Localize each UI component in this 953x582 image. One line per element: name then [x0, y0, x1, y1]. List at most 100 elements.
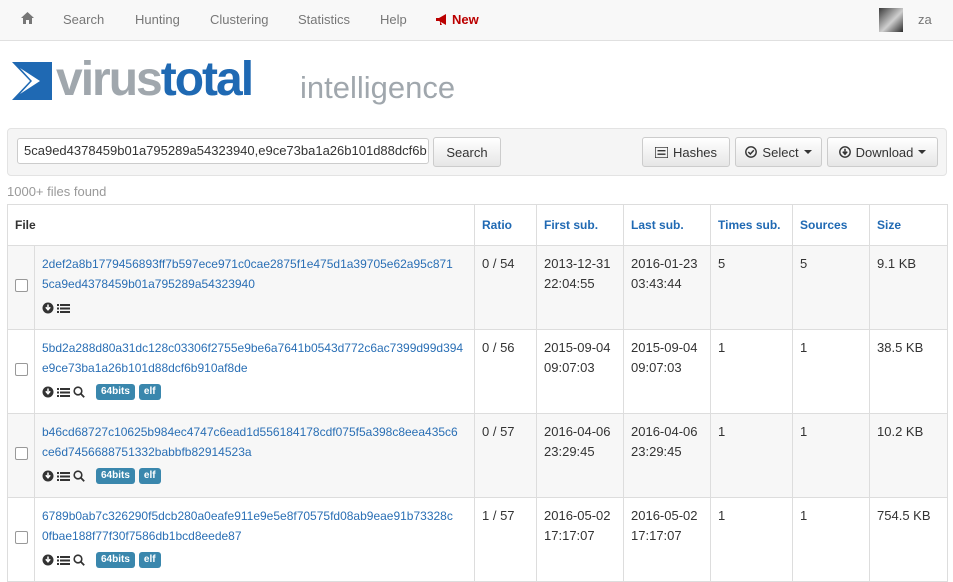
ratio-cell: 0 / 56 — [474, 329, 538, 414]
last-sub-cell: 2016-05-02 17:17:07 — [623, 497, 712, 582]
sources-cell: 1 — [792, 497, 871, 582]
col-ratio[interactable]: Ratio — [474, 204, 538, 246]
row-checkbox[interactable] — [14, 446, 28, 460]
times-sub-cell: 1 — [710, 329, 794, 414]
row-select-cell — [7, 245, 35, 330]
tag-badge[interactable]: elf — [138, 468, 161, 484]
download-icon[interactable] — [42, 386, 54, 398]
nav-new-label: New — [452, 12, 479, 27]
list-icon[interactable] — [57, 303, 70, 314]
times-sub-cell: 5 — [710, 245, 794, 330]
tag-badge[interactable]: elf — [138, 552, 161, 568]
file-hash-link[interactable]: 6789b0ab7c326290f5dcb280a0eafe911e9e5e8f… — [42, 506, 467, 546]
download-icon — [838, 146, 851, 158]
select-button-label: Select — [762, 144, 799, 160]
table-row: b46cd68727c10625b984ec4747c6ead1d5561841… — [7, 413, 949, 498]
search-input[interactable]: 5ca9ed4378459b01a795289a54323940,e9ce73b… — [17, 138, 429, 164]
list-icon[interactable] — [57, 471, 70, 482]
tag-badge[interactable]: 64bits — [96, 552, 135, 568]
row-checkbox[interactable] — [14, 362, 28, 376]
file-hash-link[interactable]: 5bd2a288d80a31dc128c03306f2755e9be6a7641… — [42, 338, 467, 378]
row-checkbox[interactable] — [14, 530, 28, 544]
table-row: 6789b0ab7c326290f5dcb280a0eafe911e9e5e8f… — [7, 497, 949, 582]
ratio-cell: 1 / 57 — [474, 497, 538, 582]
table-row: 5bd2a288d80a31dc128c03306f2755e9be6a7641… — [7, 329, 949, 414]
search-icon[interactable] — [73, 470, 85, 482]
search-button[interactable]: Search — [433, 137, 501, 167]
top-navbar: Search Hunting Clustering Statistics Hel… — [0, 0, 953, 41]
tag-badge[interactable]: 64bits — [96, 384, 135, 400]
table-row: 2def2a8b1779456893ff7b597ece971c0cae2875… — [7, 245, 949, 330]
size-cell: 754.5 KB — [869, 497, 949, 582]
file-cell: 5bd2a288d80a31dc128c03306f2755e9be6a7641… — [33, 329, 476, 414]
file-tags: 64bits elf — [96, 552, 161, 568]
list-icon[interactable] — [57, 387, 70, 398]
search-icon[interactable] — [73, 386, 85, 398]
results-table: File Ratio First sub. Last sub. Times su… — [6, 204, 949, 582]
ratio-cell: 0 / 54 — [474, 245, 538, 330]
file-cell: 6789b0ab7c326290f5dcb280a0eafe911e9e5e8f… — [33, 497, 476, 582]
list-icon[interactable] — [57, 555, 70, 566]
row-select-cell — [7, 413, 35, 498]
bullhorn-icon — [436, 14, 446, 25]
table-header-row: File Ratio First sub. Last sub. Times su… — [6, 204, 949, 246]
user-avatar[interactable] — [879, 8, 903, 32]
file-hash-link[interactable]: b46cd68727c10625b984ec4747c6ead1d5561841… — [42, 422, 467, 462]
logo-text: virustotal — [56, 52, 254, 107]
search-button-label: Search — [446, 144, 488, 160]
nav-new[interactable]: New — [436, 12, 479, 27]
row-select-cell — [7, 497, 35, 582]
file-hash-link[interactable]: 2def2a8b1779456893ff7b597ece971c0cae2875… — [42, 254, 467, 294]
last-sub-cell: 2016-04-06 23:29:45 — [623, 413, 712, 498]
nav-statistics[interactable]: Statistics — [298, 12, 350, 27]
file-cell: 2def2a8b1779456893ff7b597ece971c0cae2875… — [33, 245, 476, 330]
col-sources[interactable]: Sources — [792, 204, 871, 246]
check-circle-icon — [745, 146, 758, 158]
row-actions: 64bits elf — [42, 551, 467, 569]
last-sub-cell: 2015-09-04 09:07:03 — [623, 329, 712, 414]
col-first-sub[interactable]: First sub. — [536, 204, 625, 246]
logo-virus: virus — [56, 53, 163, 106]
size-cell: 9.1 KB — [869, 245, 949, 330]
col-times-sub[interactable]: Times sub. — [710, 204, 794, 246]
last-sub-cell: 2016-01-23 03:43:44 — [623, 245, 712, 330]
download-button-label: Download — [855, 144, 914, 160]
first-sub-cell: 2013-12-31 22:04:55 — [536, 245, 625, 330]
row-actions: 64bits elf — [42, 383, 467, 401]
logo-total: total — [160, 53, 254, 106]
file-cell: b46cd68727c10625b984ec4747c6ead1d5561841… — [33, 413, 476, 498]
nav-help[interactable]: Help — [380, 12, 407, 27]
first-sub-cell: 2016-04-06 23:29:45 — [536, 413, 625, 498]
home-icon[interactable] — [21, 12, 35, 26]
select-button[interactable]: Select — [735, 137, 822, 167]
nav-hunting[interactable]: Hunting — [135, 12, 180, 27]
user-name[interactable]: za — [918, 12, 932, 27]
search-icon[interactable] — [73, 554, 85, 566]
results-count: 1000+ files found — [7, 184, 107, 199]
download-icon[interactable] — [42, 470, 54, 482]
col-last-sub[interactable]: Last sub. — [623, 204, 712, 246]
logo-intelligence: intelligence — [300, 70, 456, 105]
row-actions — [42, 299, 467, 317]
nav-clustering[interactable]: Clustering — [210, 12, 269, 27]
col-size[interactable]: Size — [869, 204, 949, 246]
download-button[interactable]: Download — [827, 137, 938, 167]
sources-cell: 1 — [792, 329, 871, 414]
ratio-cell: 0 / 57 — [474, 413, 538, 498]
chevron-down-icon — [803, 150, 812, 154]
row-checkbox[interactable] — [14, 278, 28, 292]
download-icon[interactable] — [42, 554, 54, 566]
list-icon — [654, 146, 668, 158]
nav-search[interactable]: Search — [63, 12, 104, 27]
sources-cell: 5 — [792, 245, 871, 330]
hashes-button[interactable]: Hashes — [642, 137, 730, 167]
chevron-down-icon — [918, 150, 927, 154]
file-tags: 64bits elf — [96, 384, 161, 400]
size-cell: 38.5 KB — [869, 329, 949, 414]
download-icon[interactable] — [42, 302, 54, 314]
first-sub-cell: 2015-09-04 09:07:03 — [536, 329, 625, 414]
tag-badge[interactable]: elf — [138, 384, 161, 400]
row-actions: 64bits elf — [42, 467, 467, 485]
tag-badge[interactable]: 64bits — [96, 468, 135, 484]
col-file: File — [6, 204, 476, 246]
